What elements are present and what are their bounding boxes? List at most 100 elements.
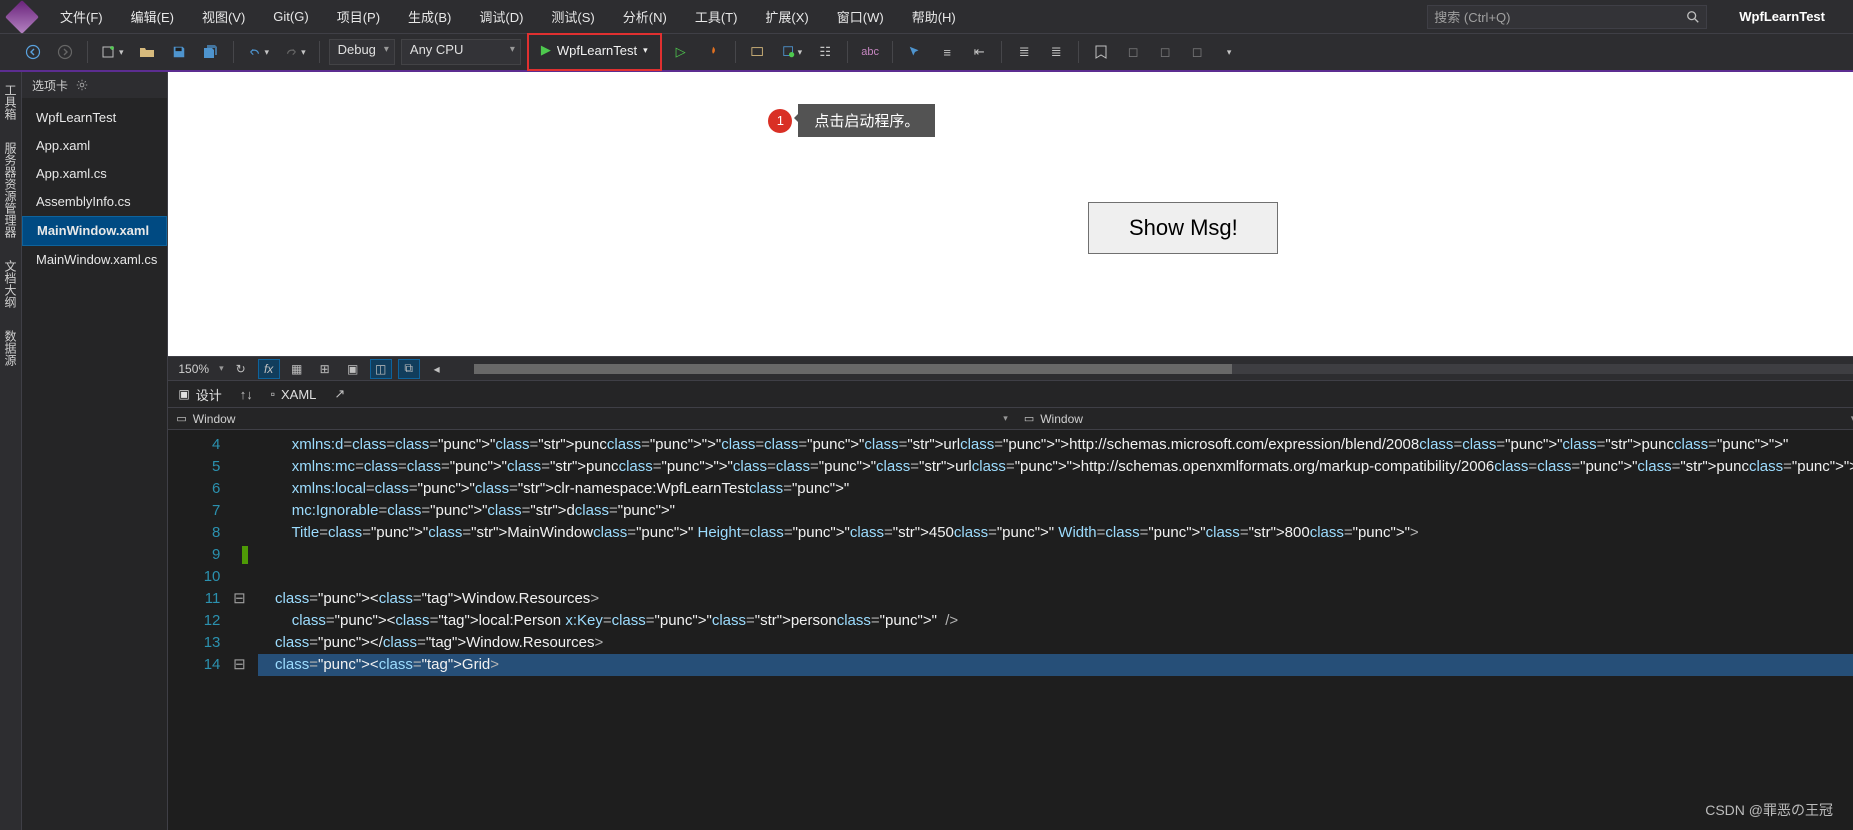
solution-explorer: 选项卡 WpfLearnTestApp.xamlApp.xaml.csAssem… bbox=[22, 72, 168, 830]
toolbar-overflow-button[interactable]: ▾ bbox=[1216, 39, 1242, 65]
sidetab-document-outline[interactable]: 文档大纲 bbox=[0, 254, 21, 314]
designer-toolbar: 150%▾ ↻ fx ▦ ⊞ ▣ ◫ ⧉ ◂ bbox=[168, 356, 1853, 380]
line-gutter: 4567891011121314 bbox=[168, 430, 230, 830]
fx-button[interactable]: fx bbox=[258, 359, 280, 379]
tree-item[interactable]: MainWindow.xaml bbox=[22, 216, 167, 246]
designer-scrollbar[interactable] bbox=[474, 364, 1853, 374]
separator bbox=[1001, 41, 1002, 63]
format-doc-button[interactable]: ≡ bbox=[934, 39, 960, 65]
start-debug-highlight: ▶ WpfLearnTest ▾ bbox=[527, 33, 662, 71]
live-dom-button[interactable]: ▾ bbox=[777, 39, 807, 65]
menu-item[interactable]: 工具(T) bbox=[683, 3, 750, 30]
tab-xaml[interactable]: ▫XAML bbox=[271, 387, 317, 402]
standard-toolbar: ▾ ▾ ▾ Debug Any CPU ▶ WpfLearnTest ▾ ▷ ▾… bbox=[0, 34, 1853, 72]
select-element-button[interactable] bbox=[902, 39, 928, 65]
code-lines[interactable]: xmlns:d=class=class="punc">"class="str">… bbox=[248, 430, 1853, 830]
tree-item[interactable]: App.xaml.cs bbox=[22, 160, 167, 188]
menu-item[interactable]: 视图(V) bbox=[190, 3, 257, 30]
snap-icon[interactable]: ⊞ bbox=[314, 359, 336, 379]
solution-config-combo[interactable]: Debug bbox=[329, 39, 395, 65]
sidetab-server-explorer[interactable]: 服务器资源管理器 bbox=[0, 136, 21, 244]
tree-item[interactable]: App.xaml bbox=[22, 132, 167, 160]
main-area: 工具箱 服务器资源管理器 文档大纲 数据源 选项卡 WpfLearnTestAp… bbox=[0, 72, 1853, 830]
bookmark-next-button[interactable]: ◻ bbox=[1152, 39, 1178, 65]
scroll-left-icon[interactable]: ◂ bbox=[426, 359, 448, 379]
save-button[interactable] bbox=[166, 39, 192, 65]
outdent-button[interactable]: ⇤ bbox=[966, 39, 992, 65]
sidetab-data-sources[interactable]: 数据源 bbox=[0, 324, 21, 372]
grid-icon[interactable]: ▦ bbox=[286, 359, 308, 379]
search-input[interactable]: 搜索 (Ctrl+Q) bbox=[1427, 5, 1707, 29]
code-mode-icon[interactable]: ⧉ bbox=[398, 359, 420, 379]
start-debug-button[interactable]: ▶ WpfLearnTest ▾ bbox=[531, 37, 658, 63]
editor-area: 1 点击启动程序。 Show Msg! 150%▾ ↻ fx ▦ ⊞ ▣ ◫ ⧉… bbox=[168, 72, 1853, 830]
menu-item[interactable]: 测试(S) bbox=[539, 3, 606, 30]
tab-design[interactable]: ▣设计 bbox=[178, 385, 221, 404]
bounds-icon[interactable]: ▣ bbox=[342, 359, 364, 379]
separator bbox=[233, 41, 234, 63]
bookmark-button[interactable] bbox=[1088, 39, 1114, 65]
side-tool-tabs: 工具箱 服务器资源管理器 文档大纲 数据源 bbox=[0, 72, 22, 830]
uncomment-button[interactable]: ≣ bbox=[1043, 39, 1069, 65]
spell-check-button[interactable]: abc bbox=[857, 39, 883, 65]
solution-name: WpfLearnTest bbox=[1725, 5, 1839, 28]
swap-panes-button[interactable]: ↑↓ bbox=[240, 387, 253, 402]
fold-column: ⊟⊟ bbox=[230, 430, 248, 830]
bookmark-clear-button[interactable]: ◻ bbox=[1184, 39, 1210, 65]
menu-item[interactable]: 调试(D) bbox=[467, 3, 535, 30]
tree-item[interactable]: AssemblyInfo.cs bbox=[22, 188, 167, 216]
save-all-button[interactable] bbox=[198, 39, 224, 65]
play-icon: ▶ bbox=[541, 42, 551, 58]
redo-button[interactable]: ▾ bbox=[279, 39, 310, 65]
code-editor[interactable]: 4567891011121314 ⊟⊟ xmlns:d=class=class=… bbox=[168, 430, 1853, 830]
nav-forward-button[interactable] bbox=[52, 39, 78, 65]
menu-item[interactable]: 文件(F) bbox=[48, 3, 115, 30]
file-tree: WpfLearnTestApp.xamlApp.xaml.csAssemblyI… bbox=[22, 98, 167, 280]
menu-item[interactable]: Git(G) bbox=[261, 5, 320, 28]
bookmark-prev-button[interactable]: ◻ bbox=[1120, 39, 1146, 65]
undo-button[interactable]: ▾ bbox=[243, 39, 274, 65]
chevron-down-icon: ▾ bbox=[643, 45, 648, 56]
xaml-icon: ▫ bbox=[271, 387, 275, 401]
menu-item[interactable]: 生成(B) bbox=[396, 3, 463, 30]
window-icon: ▭ bbox=[176, 412, 186, 425]
start-without-debug-button[interactable]: ▷ bbox=[668, 39, 694, 65]
design-icon: ▣ bbox=[178, 387, 189, 401]
breadcrumb-left[interactable]: ▭Window bbox=[168, 412, 1015, 426]
xaml-designer[interactable]: 1 点击启动程序。 Show Msg! bbox=[168, 72, 1853, 356]
separator bbox=[847, 41, 848, 63]
menu-item[interactable]: 项目(P) bbox=[325, 3, 392, 30]
window-icon: ▭ bbox=[1024, 412, 1034, 425]
browse-button[interactable] bbox=[745, 39, 771, 65]
refresh-icon[interactable]: ↻ bbox=[230, 359, 252, 379]
live-prop-button[interactable]: ☷ bbox=[812, 39, 838, 65]
popout-button[interactable]: ↗ bbox=[334, 386, 345, 402]
solution-platform-combo[interactable]: Any CPU bbox=[401, 39, 521, 65]
designer-button-showmsg[interactable]: Show Msg! bbox=[1088, 202, 1278, 254]
separator bbox=[87, 41, 88, 63]
hot-reload-button[interactable] bbox=[700, 39, 726, 65]
menu-item[interactable]: 编辑(E) bbox=[119, 3, 186, 30]
annotation-callout: 1 点击启动程序。 bbox=[768, 104, 935, 137]
separator bbox=[1078, 41, 1079, 63]
menu-item[interactable]: 帮助(H) bbox=[900, 3, 968, 30]
vs-logo-icon bbox=[5, 0, 39, 33]
separator bbox=[319, 41, 320, 63]
new-project-button[interactable]: ▾ bbox=[97, 39, 128, 65]
watermark: CSDN @罪恶の王冠 bbox=[1705, 800, 1833, 820]
menu-item[interactable]: 窗口(W) bbox=[825, 3, 896, 30]
sidetab-toolbox[interactable]: 工具箱 bbox=[0, 78, 21, 126]
gear-icon[interactable] bbox=[76, 79, 88, 91]
zoom-level[interactable]: 150% bbox=[178, 362, 213, 376]
menu-bar: 文件(F)编辑(E)视图(V)Git(G)项目(P)生成(B)调试(D)测试(S… bbox=[0, 0, 1853, 34]
menu-item[interactable]: 分析(N) bbox=[611, 3, 679, 30]
tree-item[interactable]: MainWindow.xaml.cs bbox=[22, 246, 167, 274]
tree-item[interactable]: WpfLearnTest bbox=[22, 104, 167, 132]
search-placeholder: 搜索 (Ctrl+Q) bbox=[1434, 7, 1510, 26]
sel-mode-icon[interactable]: ◫ bbox=[370, 359, 392, 379]
menu-item[interactable]: 扩展(X) bbox=[753, 3, 820, 30]
comment-button[interactable]: ≣ bbox=[1011, 39, 1037, 65]
open-file-button[interactable] bbox=[134, 39, 160, 65]
nav-back-button[interactable] bbox=[20, 39, 46, 65]
breadcrumb-right[interactable]: ▭Window bbox=[1016, 412, 1853, 426]
